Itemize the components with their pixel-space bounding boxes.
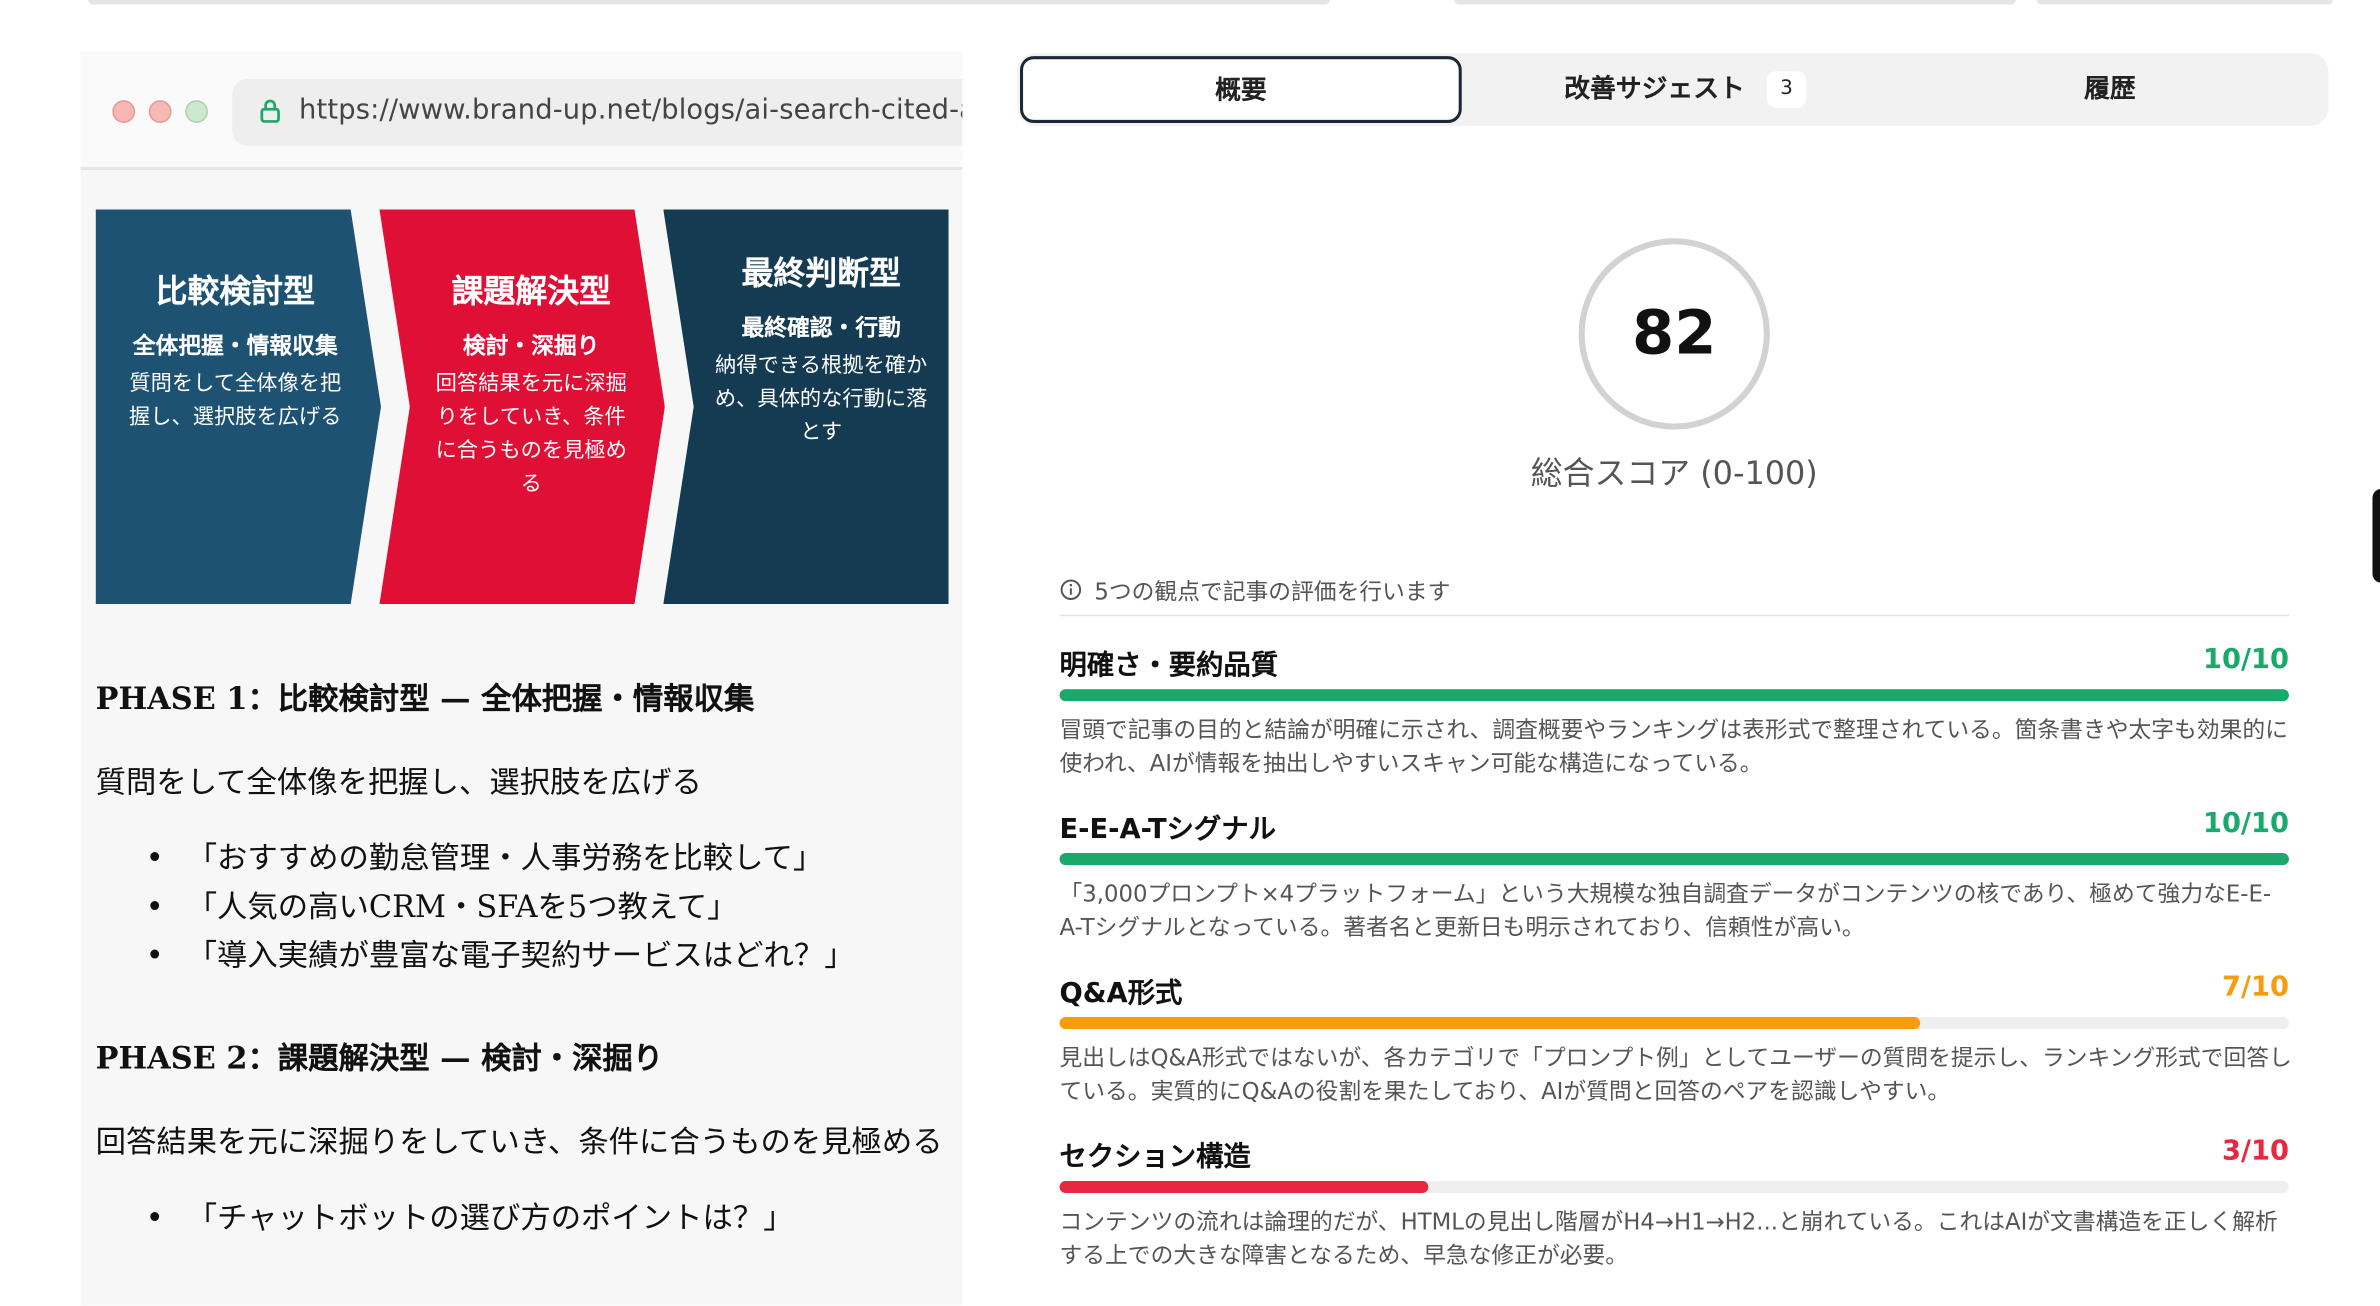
criterion-name: 明確さ・要約品質 — [1059, 649, 1279, 682]
step-title: 最終判断型 — [741, 253, 901, 292]
list-item: 「おすすめの勤怠管理・人事労務を比較して」 — [96, 833, 963, 882]
criterion-progress-track — [1059, 853, 2289, 866]
overall-score-ring: 82 — [1578, 238, 1770, 430]
step-comparison: 比較検討型 全体把握・情報収集 質問をして全体像を把握し、選択肢を広げる — [95, 209, 381, 605]
side-panel-handle[interactable] — [2372, 488, 2380, 583]
criterion-description: 冒頭で記事の目的と結論が明確に示され、調査概要やランキングは表形式で整理されてい… — [1059, 716, 2288, 778]
panel-tabs: 概要 改善サジェスト 3 履歴 — [1016, 53, 2329, 126]
criterion-description: コンテンツの流れは論理的だが、HTMLの見出し階層がH4→H1→H2...と崩れ… — [1059, 1208, 2278, 1269]
info-note: 5つの観点で記事の評価を行います — [1059, 574, 2289, 617]
screen: https://www.brand-up.net/blogs/ai-search… — [0, 0, 2380, 1306]
step-problem-solving: 課題解決型 検討・深掘り 回答結果を元に深掘りをしていき、条件に合うものを見極め… — [379, 209, 665, 605]
maximize-window-dot[interactable] — [185, 100, 208, 123]
criterion-progress-fill — [1059, 1016, 1921, 1030]
step-subtitle: 検討・深掘り — [462, 332, 600, 360]
top-scroll-strip — [1454, 0, 2016, 5]
overall-score-value: 82 — [1631, 299, 1717, 369]
lock-icon — [260, 99, 280, 123]
browser-preview: https://www.brand-up.net/blogs/ai-search… — [80, 51, 963, 1306]
close-window-dot[interactable] — [112, 100, 136, 123]
phase1-heading: PHASE 1：比較検討型 — 全体把握・情報収集 — [95, 680, 755, 717]
criterion-name: セクション構造 — [1059, 1141, 1251, 1174]
criterion-name: Q&A形式 — [1059, 977, 1183, 1010]
criterion-score: 7/10 — [2221, 971, 2289, 1004]
step-title: 課題解決型 — [451, 271, 611, 310]
url-text: https://www.brand-up.net/blogs/ai-search… — [299, 94, 963, 126]
step-subtitle: 全体把握・情報収集 — [132, 332, 338, 360]
list-item: 「導入実績が豊富な電子契約サービスはどれ？」 — [96, 930, 963, 979]
step-final-decision: 最終判断型 最終確認・行動 納得できる根拠を確かめ、具体的な行動に落とす — [663, 209, 949, 605]
criterion-progress-track — [1059, 1180, 2289, 1194]
step-title: 比較検討型 — [155, 271, 315, 310]
criterion-progress-fill — [1059, 853, 2289, 866]
criterion-name: E-E-A-Tシグナル — [1059, 813, 1276, 846]
tab-history[interactable]: 履歴 — [1958, 53, 2262, 126]
criterion-score: 3/10 — [2221, 1135, 2289, 1168]
top-scroll-strip — [88, 0, 1330, 5]
phase2-heading: PHASE 2：課題解決型 — 検討・深掘り — [95, 1039, 664, 1077]
criterion-progress-track — [1059, 689, 2289, 702]
step-description: 納得できる根拠を確かめ、具体的な行動に落とす — [714, 353, 928, 445]
criterion-score: 10/10 — [2202, 643, 2289, 676]
browser-toolbar: https://www.brand-up.net/blogs/ai-search… — [80, 51, 963, 171]
phase2-bullet-list: 「チャットボットの選び方のポイントは？」 — [96, 1193, 963, 1242]
step-description: 質問をして全体像を把握し、選択肢を広げる — [129, 371, 342, 430]
phase2-text: 回答結果を元に深掘りをしていき、条件に合うものを見極める — [95, 1123, 943, 1160]
overall-score-label: 総合スコア (0-100) — [1530, 455, 1818, 492]
criterion-progress-fill — [1059, 689, 2289, 702]
criterion-progress-track — [1059, 1016, 2289, 1030]
tab-suggestions[interactable]: 改善サジェスト — [1503, 53, 1807, 126]
info-icon — [1060, 579, 1082, 600]
criterion-progress-fill — [1059, 1180, 1429, 1194]
step-description: 回答結果を元に深掘りをしていき、条件に合うものを見極める — [435, 371, 627, 497]
list-item: 「人気の高いCRM・SFAを5つ教えて」 — [96, 882, 963, 931]
criterion-score: 10/10 — [2202, 807, 2289, 840]
suggestions-count-badge: 3 — [1766, 71, 1807, 108]
top-scroll-strip — [2037, 0, 2334, 5]
phase1-bullet-list: 「おすすめの勤怠管理・人事労務を比較して」 「人気の高いCRM・SFAを5つ教え… — [96, 833, 963, 979]
phase-arrow-diagram: 比較検討型 全体把握・情報収集 質問をして全体像を把握し、選択肢を広げる 課題解… — [95, 209, 949, 605]
article-content: 比較検討型 全体把握・情報収集 質問をして全体像を把握し、選択肢を広げる 課題解… — [95, 209, 963, 1242]
criterion-description: 「3,000プロンプト×4プラットフォーム」という大規模な独自調査データがコンテ… — [1059, 880, 2272, 942]
phase1-text: 質問をして全体像を把握し、選択肢を広げる — [95, 763, 702, 800]
minimize-window-dot[interactable] — [148, 100, 172, 123]
step-subtitle: 最終確認・行動 — [741, 314, 901, 342]
info-text: 5つの観点で記事の評価を行います — [1094, 578, 1451, 606]
address-bar[interactable]: https://www.brand-up.net/blogs/ai-search… — [232, 78, 963, 146]
list-item: 「チャットボットの選び方のポイントは？」 — [96, 1193, 963, 1242]
tab-overview[interactable]: 概要 — [1020, 56, 1462, 123]
criterion-description: 見出しはQ&A形式ではないが、各カテゴリで「プロンプト例」としてユーザーの質問を… — [1059, 1044, 2292, 1106]
